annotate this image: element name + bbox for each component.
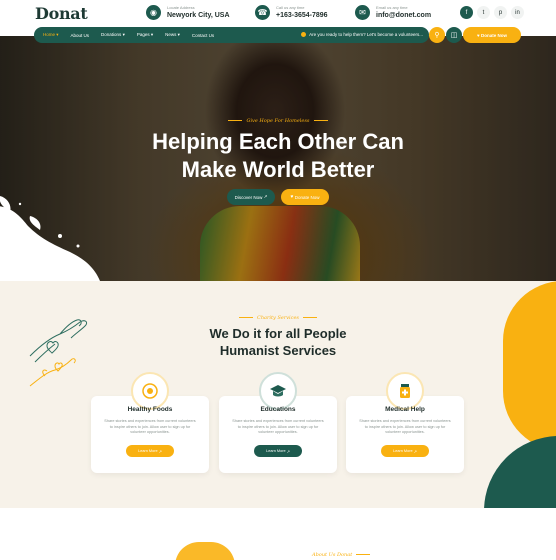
phone-info: ☎ Call us any time +163-3654-7896 xyxy=(255,5,328,20)
about-kicker: About Us Donat xyxy=(312,552,371,558)
egg-icon xyxy=(131,372,169,410)
email-info: ✉ Email us any time info@donet.com xyxy=(355,5,431,20)
service-card-educations: Educations Share stories and experiences… xyxy=(219,372,337,473)
service-card-healthy-foods: Healthy Foods Share stories and experien… xyxy=(91,372,209,473)
mail-icon: ✉ xyxy=(355,5,370,20)
card-title: Educations xyxy=(260,406,296,413)
top-header: Donat ◉ Locate Address Newyork City, USA… xyxy=(0,0,556,28)
card-description: Share stories and experiences from curre… xyxy=(104,419,196,435)
paint-splash-decor xyxy=(0,196,100,281)
hero-donate-button[interactable]: ♥ Donate Now xyxy=(281,189,329,205)
discover-now-button[interactable]: Discover Now ↗ xyxy=(227,189,275,205)
phone-icon: ☎ xyxy=(255,5,270,20)
card-title: Healthy Foods xyxy=(127,406,173,413)
nav-item-contact[interactable]: Contact Us xyxy=(192,33,214,38)
learn-more-button[interactable]: Learn More ↗ xyxy=(381,445,429,457)
nav-item-pages[interactable]: Pages ▾ xyxy=(137,32,153,38)
services-kicker: Charity Services xyxy=(0,315,556,321)
card-description: Share stories and experiences from curre… xyxy=(359,419,451,435)
card-title: Medical Help xyxy=(385,406,425,413)
address-value: Newyork City, USA xyxy=(167,12,230,19)
learn-more-button[interactable]: Learn More ↗ xyxy=(254,445,302,457)
medicine-icon xyxy=(386,372,424,410)
volunteer-ticker: Are you ready to help them? Let's become… xyxy=(301,32,423,37)
cart-icon[interactable]: ◫ xyxy=(446,27,462,43)
about-image-decor xyxy=(175,542,235,560)
nav-item-news[interactable]: News ▾ xyxy=(165,32,180,38)
services-section: Charity Services We Do it for all People… xyxy=(0,281,556,508)
hero-kicker: Give Hope For Homeless xyxy=(0,118,556,124)
yellow-shape-decor xyxy=(503,281,556,451)
about-section: About Us Donat xyxy=(0,508,556,560)
hero-title: Helping Each Other Can Make World Better xyxy=(152,129,404,182)
search-icon[interactable]: ⚲ xyxy=(429,27,445,43)
card-description: Share stories and experiences from curre… xyxy=(232,419,324,435)
hero-section: Give Hope For Homeless Helping Each Othe… xyxy=(0,36,556,281)
ticker-dot-icon xyxy=(301,32,307,37)
facebook-icon[interactable]: f xyxy=(460,6,473,19)
nav-donate-button[interactable]: ♥ Donate Now xyxy=(463,27,521,43)
hero-clothing xyxy=(200,206,360,281)
linkedin-icon[interactable]: in xyxy=(511,6,524,19)
address-info: ◉ Locate Address Newyork City, USA xyxy=(146,5,230,20)
pinterest-icon[interactable]: p xyxy=(494,6,507,19)
location-icon: ◉ xyxy=(146,5,161,20)
learn-more-button[interactable]: Learn More ↗ xyxy=(126,445,174,457)
phone-value[interactable]: +163-3654-7896 xyxy=(276,11,328,20)
social-links: f t p in xyxy=(456,6,524,19)
twitter-icon[interactable]: t xyxy=(477,6,490,19)
green-shape-decor xyxy=(484,436,556,508)
email-value[interactable]: info@donet.com xyxy=(376,11,431,20)
service-card-medical-help: Medical Help Share stories and experienc… xyxy=(346,372,464,473)
graduation-cap-icon xyxy=(259,372,297,410)
nav-item-home[interactable]: Home ▾ xyxy=(43,32,59,38)
services-title: We Do it for all People Humanist Service… xyxy=(209,326,347,358)
nav-item-donations[interactable]: Donations ▾ xyxy=(101,32,125,38)
brand-logo[interactable]: Donat xyxy=(35,4,88,23)
nav-item-about[interactable]: About Us xyxy=(71,33,90,38)
main-nav: Home ▾ About Us Donations ▾ Pages ▾ News… xyxy=(34,27,429,43)
